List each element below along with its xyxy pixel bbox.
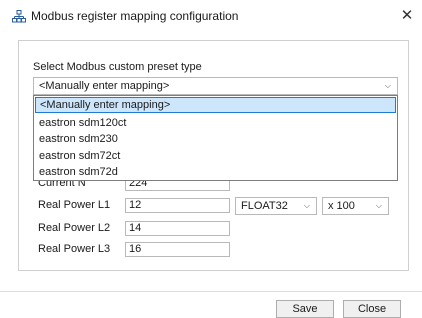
preset-option[interactable]: eastron sdm72ct <box>34 148 397 164</box>
chevron-down-icon: ⌵ <box>375 201 382 210</box>
preset-option[interactable]: eastron sdm230 <box>34 131 397 147</box>
chevron-down-icon: ⌵ <box>303 201 310 210</box>
row-label-real-power-l1: Real Power L1 <box>38 199 111 211</box>
preset-option[interactable]: <Manually enter mapping> <box>35 97 396 113</box>
window-title: Modbus register mapping configuration <box>31 9 239 23</box>
preset-option[interactable]: eastron sdm72d <box>34 164 397 180</box>
row-label-real-power-l2: Real Power L2 <box>38 222 111 234</box>
preset-dropdown-list: <Manually enter mapping> eastron sdm120c… <box>33 95 398 181</box>
data-type-value: FLOAT32 <box>241 200 288 212</box>
row-label-real-power-l3: Real Power L3 <box>38 243 111 255</box>
register-field-real-power-l2[interactable]: 14 <box>125 221 230 236</box>
multiplier-value: x 100 <box>328 200 355 212</box>
data-type-select[interactable]: FLOAT32 ⌵ <box>235 197 317 215</box>
multiplier-select[interactable]: x 100 ⌵ <box>322 197 389 215</box>
footer-divider <box>0 291 422 292</box>
close-button[interactable]: Close <box>343 300 401 318</box>
chevron-down-icon: ⌵ <box>384 81 391 90</box>
close-icon[interactable]: ✕ <box>398 6 416 26</box>
preset-option[interactable]: eastron sdm120ct <box>34 115 397 131</box>
preset-select[interactable]: <Manually enter mapping> ⌵ <box>33 77 398 95</box>
preset-selected-value: <Manually enter mapping> <box>39 80 170 92</box>
save-button[interactable]: Save <box>276 300 334 318</box>
title-bar: Modbus register mapping configuration ✕ <box>0 0 422 32</box>
preset-label: Select Modbus custom preset type <box>33 61 202 73</box>
register-field-real-power-l3[interactable]: 16 <box>125 242 230 257</box>
network-icon <box>12 10 26 23</box>
register-field-real-power-l1[interactable]: 12 <box>125 198 230 213</box>
